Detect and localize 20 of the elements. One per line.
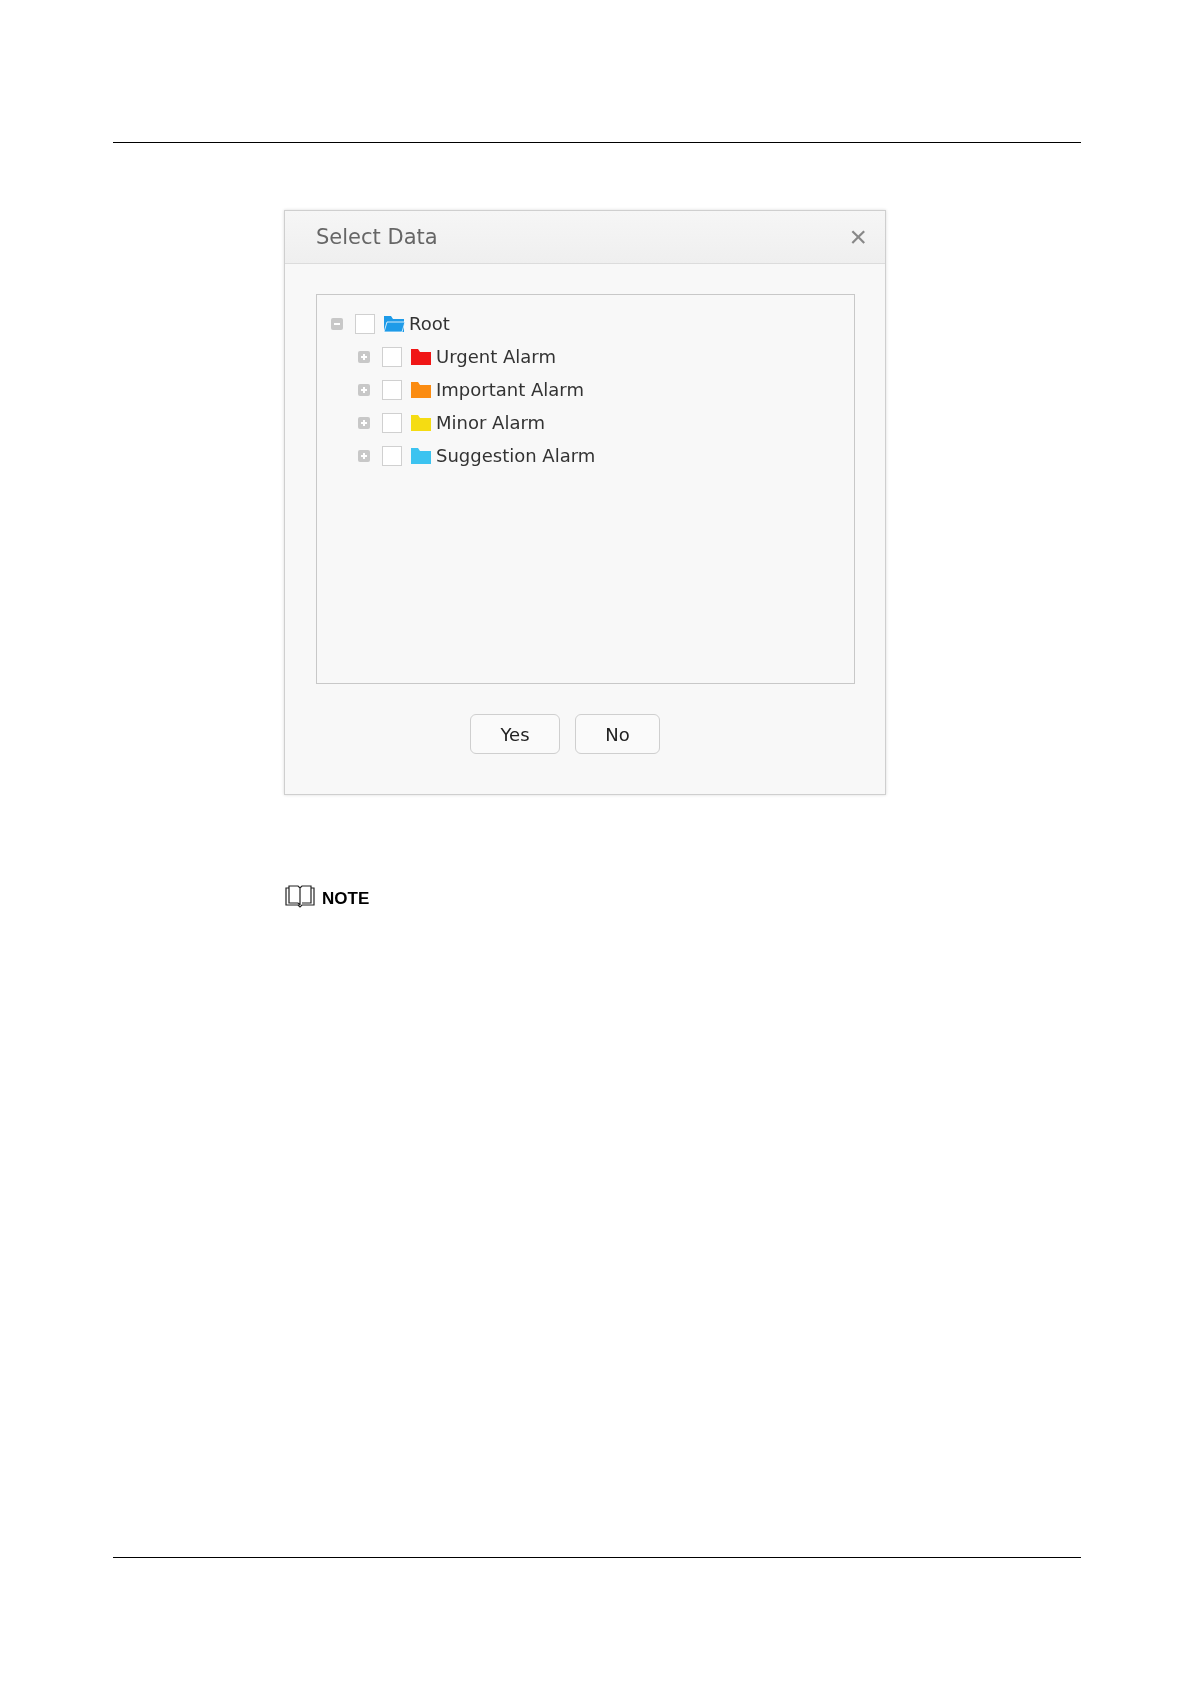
open-book-icon [284, 885, 316, 909]
tree-item-label[interactable]: Minor Alarm [436, 412, 546, 433]
expand-icon[interactable] [358, 350, 370, 363]
checkbox[interactable] [382, 412, 402, 433]
checkbox[interactable] [382, 379, 402, 400]
tree-item-label[interactable]: Root [409, 313, 450, 334]
expand-icon[interactable] [358, 416, 370, 429]
tree-item-label[interactable]: Suggestion Alarm [436, 445, 596, 466]
checkbox[interactable] [382, 445, 402, 466]
checkbox[interactable] [355, 313, 375, 334]
yes-button[interactable]: Yes [470, 714, 560, 754]
tree-item-label[interactable]: Important Alarm [436, 379, 584, 400]
expand-icon[interactable] [358, 449, 370, 462]
note-heading: NOTE [322, 889, 370, 909]
tree-item-label[interactable]: Urgent Alarm [436, 346, 556, 367]
checkbox[interactable] [382, 346, 402, 367]
no-button[interactable]: No [575, 714, 660, 754]
collapse-icon[interactable] [331, 317, 343, 330]
expand-icon[interactable] [358, 383, 370, 396]
dialog-title: Select Data [316, 225, 438, 249]
